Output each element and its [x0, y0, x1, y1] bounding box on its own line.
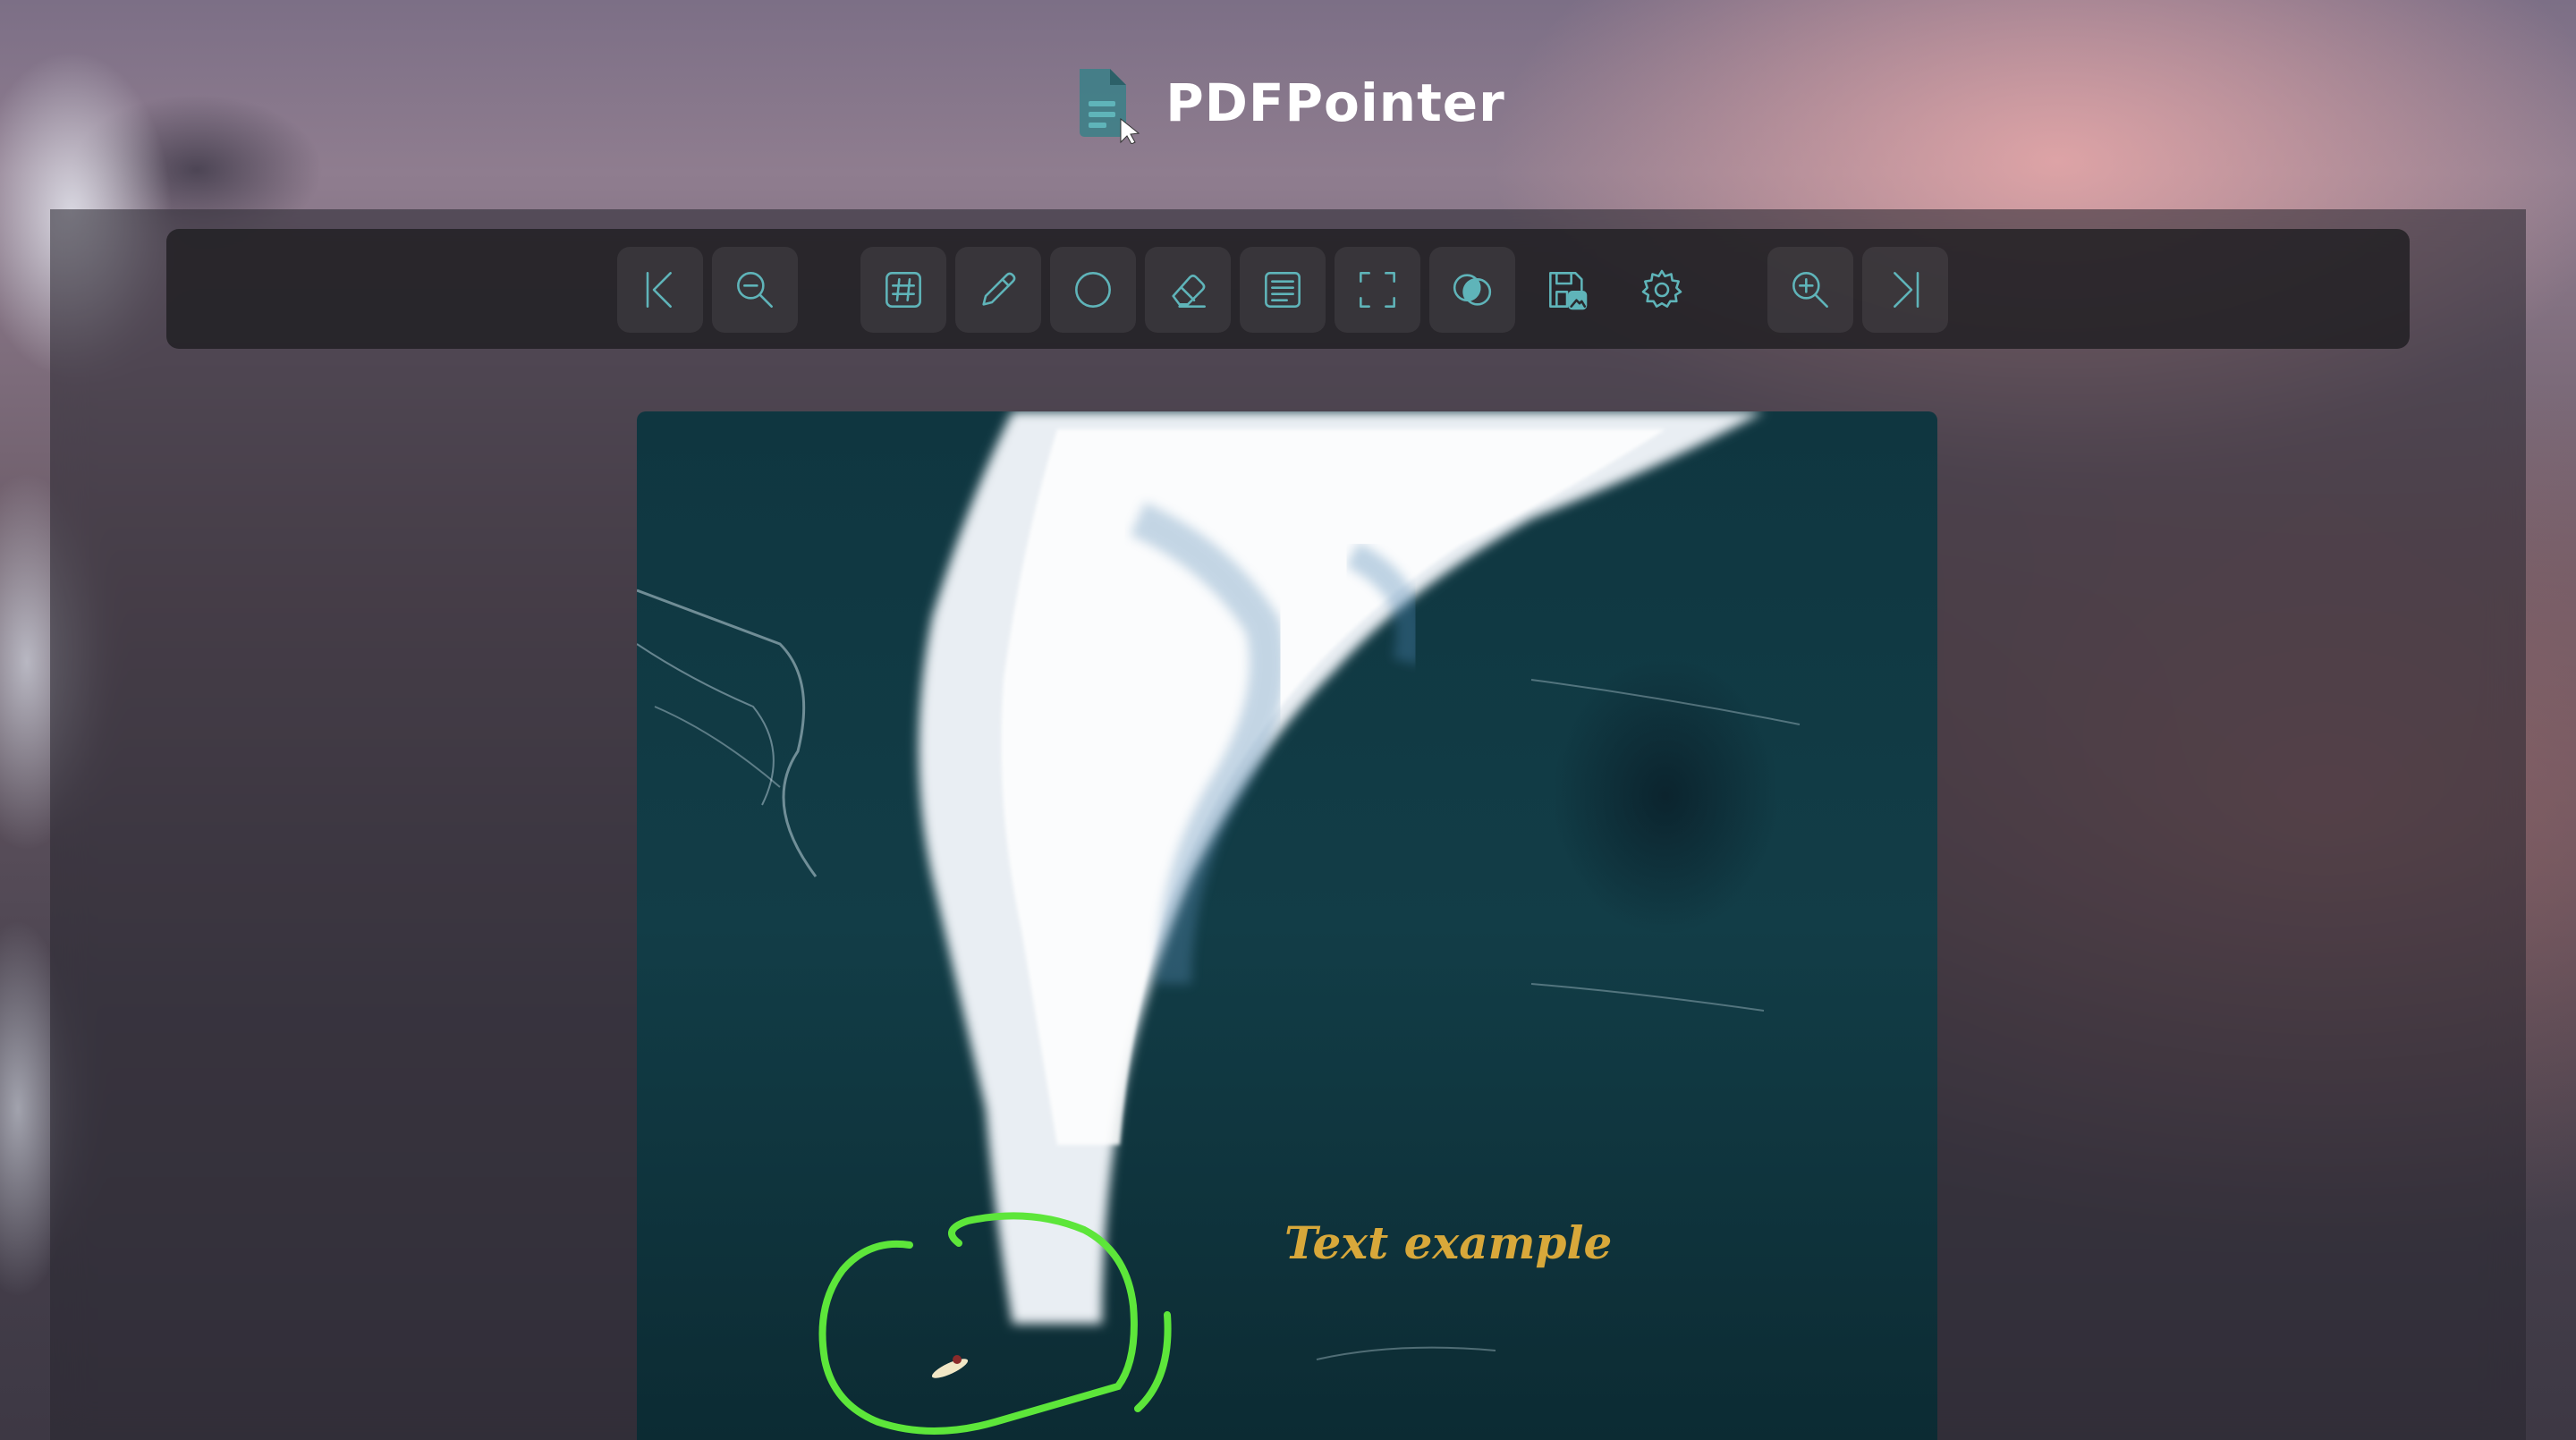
zoom-in-button[interactable] — [1767, 247, 1853, 333]
overlap-circles-icon — [1453, 274, 1492, 306]
annotation-text[interactable]: Text example — [1284, 1216, 1612, 1269]
fullscreen-button[interactable] — [1335, 247, 1420, 333]
pencil-icon — [982, 272, 1016, 306]
save-image-icon — [1549, 272, 1588, 310]
app-title: PDFPointer — [1165, 72, 1505, 133]
hash-icon — [886, 272, 921, 308]
gear-icon — [1641, 269, 1682, 308]
ocean-wave-image — [637, 411, 1801, 1435]
first-page-icon — [646, 272, 672, 308]
zoom-out-icon — [737, 272, 773, 308]
blend-button[interactable] — [1429, 247, 1515, 333]
last-page-icon — [1894, 272, 1919, 308]
first-page-button[interactable] — [617, 247, 703, 333]
app-header: PDFPointer — [0, 54, 2576, 152]
fullscreen-icon — [1360, 272, 1395, 308]
settings-button[interactable] — [1619, 247, 1705, 333]
pencil-button[interactable] — [955, 247, 1041, 333]
last-page-button[interactable] — [1862, 247, 1948, 333]
eraser-icon — [1172, 274, 1206, 308]
text-lines-icon — [1265, 272, 1301, 308]
circle-icon — [1075, 272, 1111, 308]
zoom-out-button[interactable] — [712, 247, 798, 333]
document-page[interactable]: Text example — [637, 411, 1937, 1440]
save-image-button[interactable] — [1524, 247, 1610, 333]
text-button[interactable] — [1240, 247, 1326, 333]
circle-button[interactable] — [1050, 247, 1136, 333]
zoom-in-icon — [1792, 272, 1828, 308]
app-logo-icon — [1071, 62, 1142, 145]
page-number-button[interactable] — [860, 247, 946, 333]
eraser-button[interactable] — [1145, 247, 1231, 333]
